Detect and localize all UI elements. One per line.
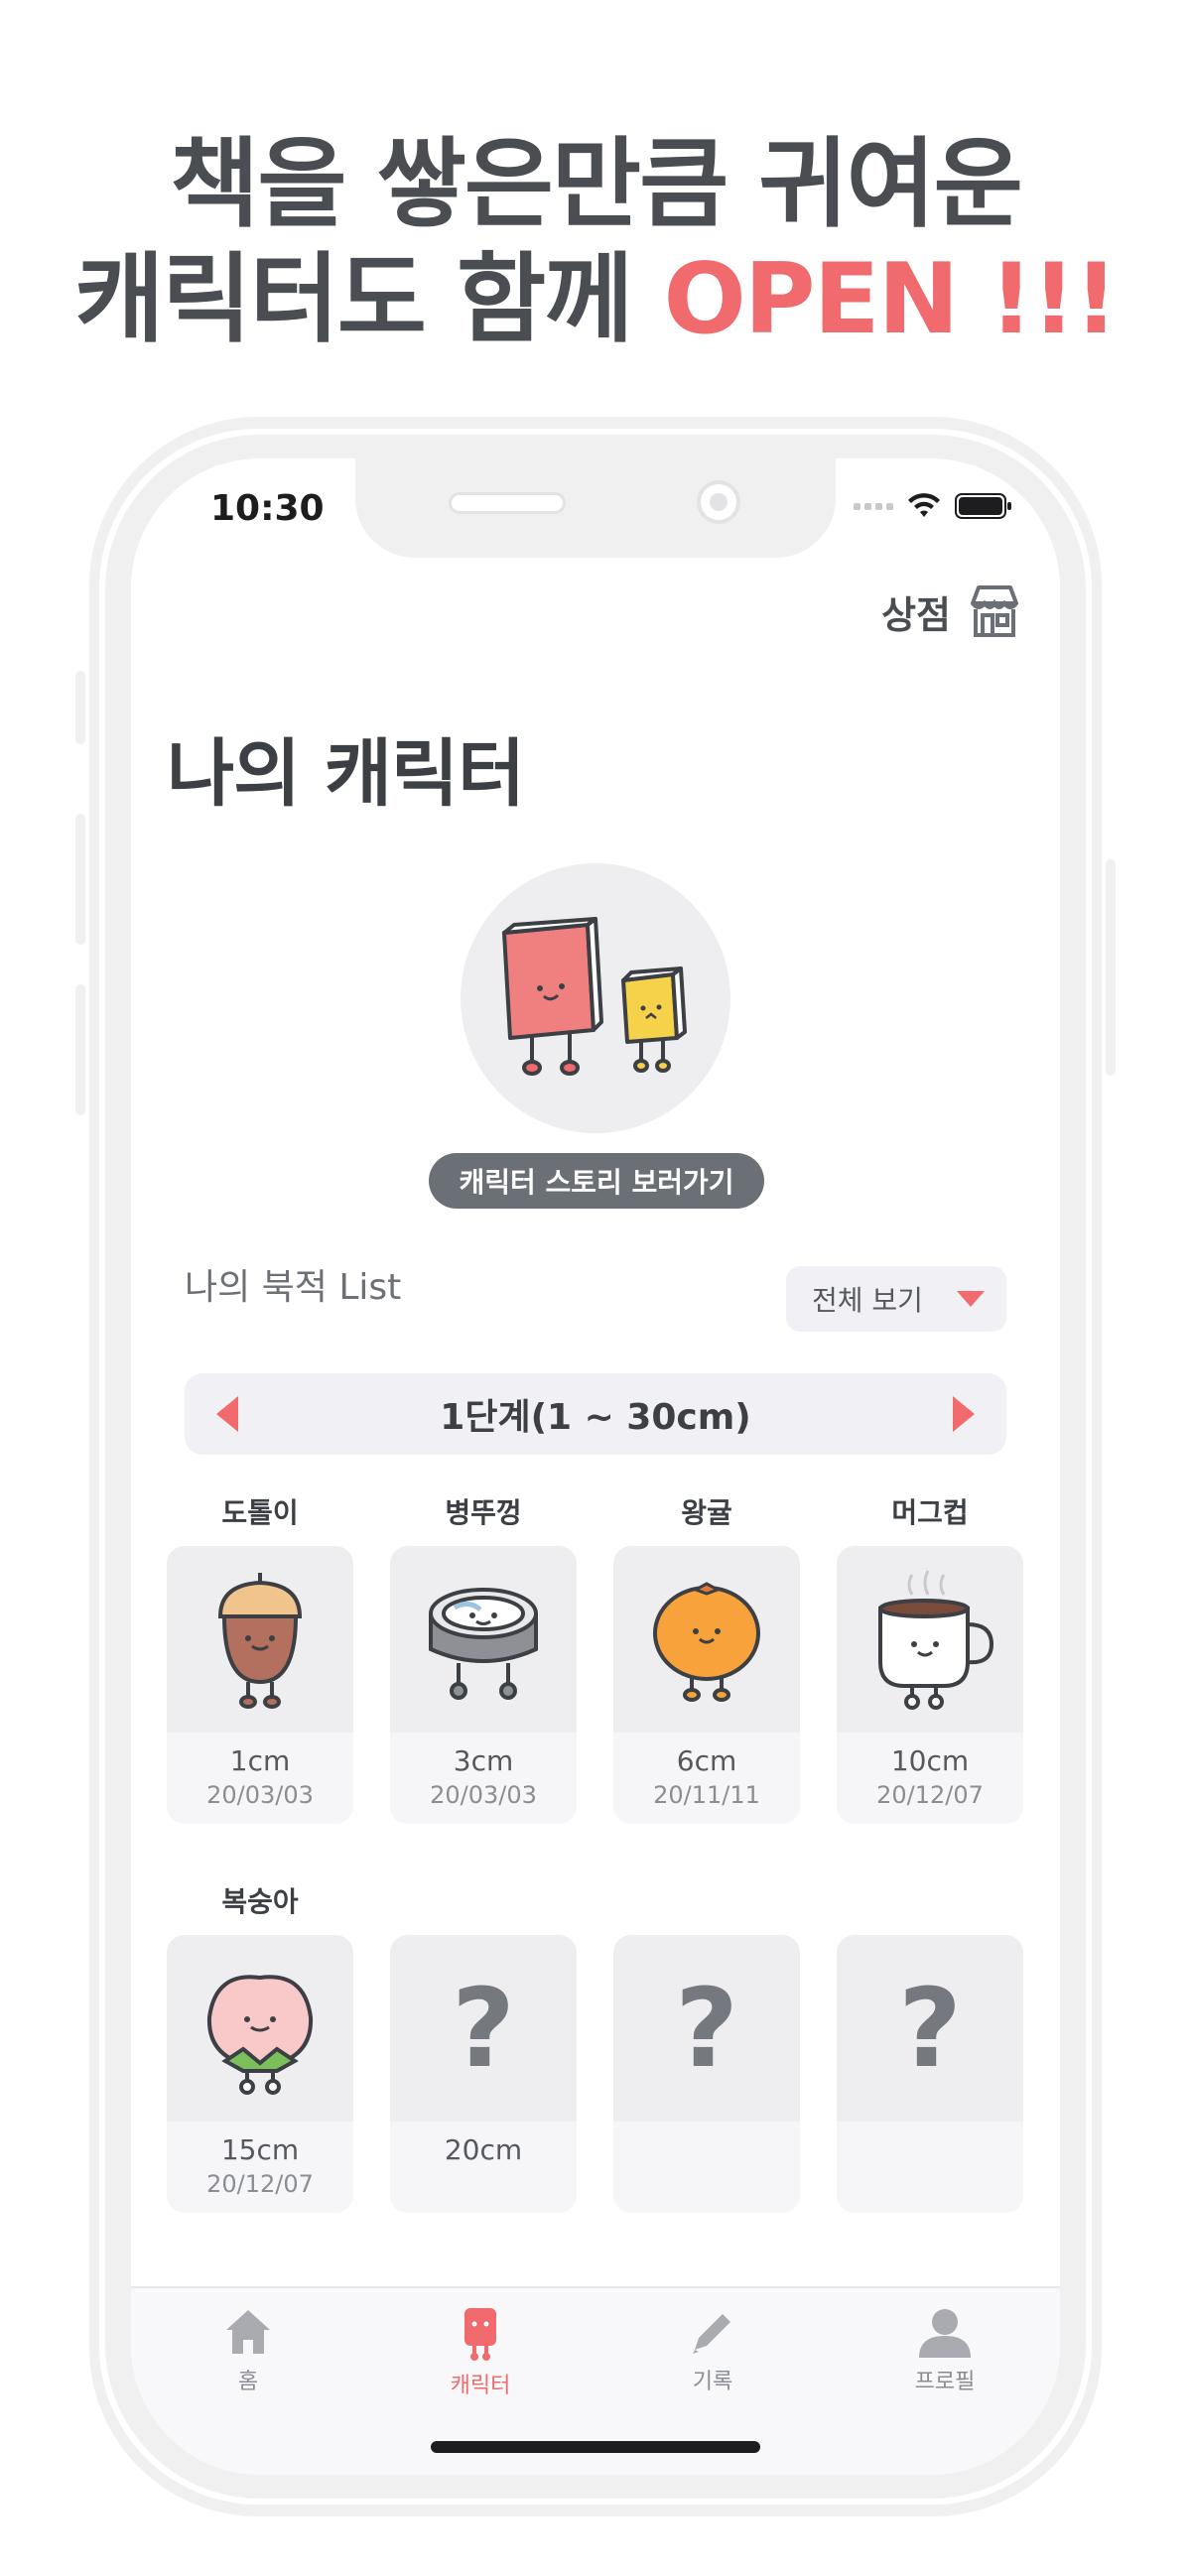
promo-line-1: 책을 쌓은만큼 귀여운: [170, 128, 1023, 241]
tab-label: 기록: [692, 2370, 733, 2394]
signal-icon: [854, 502, 893, 510]
character-cell-locked[interactable]: ?: [837, 1879, 1023, 2213]
profile-icon: [919, 2309, 971, 2358]
tab-label: 프로필: [914, 2370, 976, 2394]
question-mark-icon: ?: [898, 1965, 962, 2092]
speaker: [449, 492, 566, 514]
character-row: 복숭아 15cm 20/12/07 ? 20cm ? ?: [167, 1879, 1024, 2213]
character-name: 왕귤: [681, 1496, 732, 1529]
character-card[interactable]: ? 20cm: [390, 1935, 577, 2213]
character-size: 20cm: [444, 2133, 523, 2166]
home-indicator: [431, 2441, 760, 2453]
character-card[interactable]: ?: [613, 1935, 800, 2213]
character-row: 도톨이 1cm 20/03/03 병뚜껑 3cm 20/03/03 왕귤 6cm…: [167, 1490, 1024, 1824]
character-date: 20/11/11: [653, 1781, 760, 1809]
character-card[interactable]: 15cm 20/12/07: [167, 1935, 353, 2213]
acorn-character-icon: [217, 1573, 303, 1709]
character-cell-locked[interactable]: ?: [613, 1879, 800, 2213]
tab-character[interactable]: 캐릭터: [411, 2306, 550, 2399]
store-icon: [971, 585, 1018, 637]
tab-profile[interactable]: 프로필: [875, 2306, 1014, 2395]
status-time: 10:30: [210, 488, 325, 529]
character-card[interactable]: ?: [837, 1935, 1023, 2213]
character-name: [613, 1879, 800, 1925]
book-character-illustration: [502, 917, 687, 1076]
character-card[interactable]: 1cm 20/03/03: [167, 1546, 353, 1824]
app-screen: 10:30 상점 나의 캐릭터 캐릭터 스토리 보러가기 나의 북적 List …: [131, 458, 1060, 2475]
character-story-button[interactable]: 캐릭터 스토리 보러가기: [429, 1153, 764, 1209]
featured-character[interactable]: [461, 863, 730, 1133]
character-name: 머그컵: [891, 1496, 969, 1529]
tangerine-character-icon: [653, 1582, 760, 1702]
promo-line-2: 캐릭터도 함께 OPEN !!!: [0, 242, 1191, 357]
phone-side-button: [75, 671, 85, 744]
character-name: 복숭아: [221, 1885, 299, 1918]
chevron-down-icon: [956, 1291, 985, 1307]
shop-button[interactable]: 상점: [881, 581, 1024, 641]
level-selector: 1단계(1 ~ 30cm): [185, 1373, 1006, 1455]
shop-label: 상점: [881, 592, 951, 637]
question-mark-icon: ?: [452, 1965, 515, 2092]
character-name: 도톨이: [221, 1496, 299, 1529]
character-cell-bottlecap[interactable]: 병뚜껑 3cm 20/03/03: [390, 1490, 577, 1824]
list-title: 나의 북적 List: [185, 1267, 402, 1308]
home-icon: [226, 2310, 270, 2354]
page-title: 나의 캐릭터: [167, 731, 525, 817]
next-level-icon[interactable]: [953, 1396, 975, 1432]
phone-power-button: [1106, 859, 1116, 1076]
character-name: [390, 1879, 577, 1925]
character-size: 3cm: [453, 1744, 514, 1777]
tab-home[interactable]: 홈: [179, 2306, 318, 2395]
character-card[interactable]: 3cm 20/03/03: [390, 1546, 577, 1824]
character-card[interactable]: 6cm 20/11/11: [613, 1546, 800, 1824]
filter-label: 전체 보기: [812, 1284, 923, 1317]
phone-volume-down-button: [75, 984, 85, 1115]
prev-level-icon[interactable]: [216, 1396, 238, 1432]
notch: [355, 458, 836, 558]
promo-line-2-main: 캐릭터도 함께: [74, 243, 664, 356]
wifi-icon: [908, 493, 940, 517]
character-cell-locked[interactable]: ? 20cm: [390, 1879, 577, 2213]
mug-character-icon: [878, 1570, 994, 1710]
tab-label: 캐릭터: [450, 2374, 511, 2398]
character-name: [837, 1879, 1023, 1925]
character-date: 20/12/07: [876, 1781, 984, 1809]
level-label: 1단계(1 ~ 30cm): [440, 1397, 751, 1438]
battery-icon: [955, 493, 1011, 519]
promo-headline: 책을 쌓은만큼 귀여운 캐릭터도 함께 OPEN !!!: [0, 127, 1191, 357]
pencil-icon: [693, 2314, 730, 2354]
character-cell-tangerine[interactable]: 왕귤 6cm 20/11/11: [613, 1490, 800, 1824]
bottlecap-character-icon: [429, 1588, 538, 1700]
character-size: 1cm: [229, 1744, 291, 1777]
filter-dropdown[interactable]: 전체 보기: [786, 1266, 1006, 1332]
character-cell-mug[interactable]: 머그컵 10cm 20/12/07: [837, 1490, 1023, 1824]
tab-record[interactable]: 기록: [643, 2306, 782, 2395]
promo-line-2-accent: OPEN !!!: [663, 243, 1118, 356]
character-cell-peach[interactable]: 복숭아 15cm 20/12/07: [167, 1879, 353, 2213]
phone-volume-up-button: [75, 814, 85, 945]
character-date: 20/12/07: [206, 2170, 314, 2198]
character-date: 20/03/03: [430, 1781, 537, 1809]
character-icon: [464, 2308, 496, 2361]
character-size: 10cm: [890, 1744, 970, 1777]
character-card[interactable]: 10cm 20/12/07: [837, 1546, 1023, 1824]
peach-character-icon: [206, 1975, 314, 2095]
character-cell-acorn[interactable]: 도톨이 1cm 20/03/03: [167, 1490, 353, 1824]
character-name: 병뚜껑: [445, 1496, 522, 1529]
question-mark-icon: ?: [675, 1965, 738, 2092]
character-grid: 도톨이 1cm 20/03/03 병뚜껑 3cm 20/03/03 왕귤 6cm…: [167, 1490, 1024, 2268]
character-date: 20/03/03: [206, 1781, 314, 1809]
character-size: 6cm: [676, 1744, 737, 1777]
character-size: 15cm: [220, 2133, 300, 2166]
tab-label: 홈: [237, 2370, 259, 2394]
front-camera: [697, 480, 740, 524]
status-icons: [854, 492, 1012, 520]
